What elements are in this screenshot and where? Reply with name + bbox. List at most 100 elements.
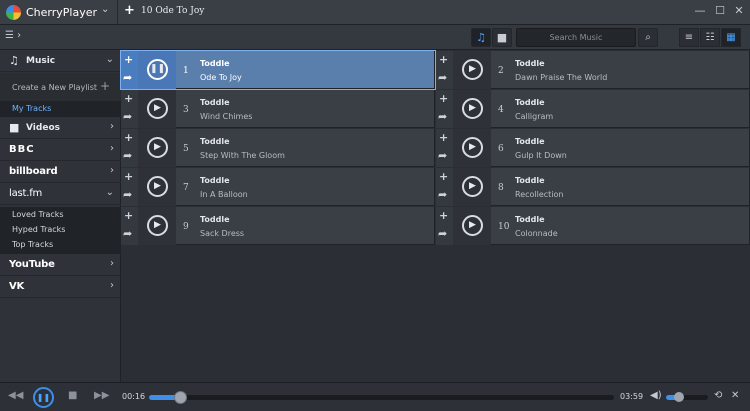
tab-title[interactable]: 10 Ode To Joy: [141, 6, 204, 16]
share-arrow-icon[interactable]: ➦: [123, 71, 132, 84]
previous-icon[interactable]: ◀◀: [8, 390, 23, 401]
track-actions: + ➦: [121, 129, 138, 167]
track-actions: + ➦: [436, 168, 453, 206]
vk-logo: VK: [9, 281, 25, 292]
track-actions: + ➦: [436, 129, 453, 167]
play-icon[interactable]: ▶: [147, 137, 168, 158]
track-tile[interactable]: + ➦ ▶ 3 Toddle Wind Chimes: [121, 90, 435, 128]
track-tile[interactable]: + ➦ ▶ 7 Toddle In A Balloon: [121, 168, 435, 206]
share-arrow-icon[interactable]: ➦: [438, 71, 447, 84]
share-arrow-icon[interactable]: ➦: [438, 188, 447, 201]
sidebar-item-bbc[interactable]: BBC ›: [0, 139, 121, 161]
track-number: 6: [498, 144, 504, 154]
play-icon[interactable]: ▶: [147, 215, 168, 236]
music-mode-note-icon[interactable]: ♫: [471, 28, 491, 47]
next-icon[interactable]: ▶▶: [94, 390, 109, 401]
cherryplayer-logo-icon: [6, 5, 21, 20]
track-artist: Toddle: [515, 176, 545, 185]
play-icon[interactable]: ▶: [462, 137, 483, 158]
track-play-area: ▶: [138, 90, 176, 128]
sidebar-item-youtube[interactable]: YouTube ›: [0, 254, 121, 276]
app-menu-chevron-down-icon[interactable]: ⌄: [101, 4, 109, 15]
track-actions: + ➦: [121, 207, 138, 245]
close-icon[interactable]: ✕: [731, 3, 747, 19]
track-title: Recollection: [515, 190, 564, 199]
sidebar-item-music[interactable]: ♫ Music ⌄: [0, 50, 121, 72]
add-to-playlist-plus-icon[interactable]: +: [124, 92, 133, 105]
repeat-icon[interactable]: ⟲: [714, 390, 722, 401]
track-tile[interactable]: + ➦ ▶ 10 Toddle Colonnade: [436, 207, 750, 245]
play-icon[interactable]: ▶: [462, 59, 483, 80]
grid-view-icon[interactable]: ▦: [721, 28, 741, 47]
pause-button[interactable]: ❚❚: [33, 387, 54, 408]
share-arrow-icon[interactable]: ➦: [438, 227, 447, 240]
video-mode-camera-icon[interactable]: ■: [492, 28, 512, 47]
share-arrow-icon[interactable]: ➦: [123, 188, 132, 201]
sidebar-toggle-menu-icon[interactable]: ☰ ›: [5, 30, 21, 41]
sidebar-item-loved-tracks[interactable]: Loved Tracks: [0, 207, 121, 222]
sidebar-item-billboard[interactable]: billboard ›: [0, 161, 121, 183]
track-tile[interactable]: + ➦ ▶ 9 Toddle Sack Dress: [121, 207, 435, 245]
play-icon[interactable]: ▶: [462, 98, 483, 119]
sidebar-item-label: Hyped Tracks: [12, 225, 66, 234]
share-arrow-icon[interactable]: ➦: [123, 227, 132, 240]
share-arrow-icon[interactable]: ➦: [123, 149, 132, 162]
play-icon[interactable]: ▶: [462, 176, 483, 197]
track-tile[interactable]: + ➦ ▶ 8 Toddle Recollection: [436, 168, 750, 206]
share-arrow-icon[interactable]: ➦: [123, 110, 132, 123]
sidebar-item-label: Music: [26, 56, 56, 66]
search-input[interactable]: Search Music: [516, 28, 636, 47]
track-number: 5: [183, 144, 189, 154]
seek-slider[interactable]: [149, 391, 614, 404]
volume-handle[interactable]: [673, 392, 684, 402]
track-tile[interactable]: + ➦ ❚❚ 1 Toddle Ode To Joy: [120, 50, 436, 90]
pause-icon[interactable]: ❚❚: [147, 59, 168, 80]
sidebar-item-hyped-tracks[interactable]: Hyped Tracks: [0, 222, 121, 237]
track-tile[interactable]: + ➦ ▶ 4 Toddle Calligram: [436, 90, 750, 128]
volume-icon[interactable]: ◀): [650, 390, 662, 401]
volume-slider[interactable]: [666, 392, 708, 402]
play-icon[interactable]: ▶: [147, 176, 168, 197]
add-to-playlist-plus-icon[interactable]: +: [439, 92, 448, 105]
play-icon[interactable]: ▶: [147, 98, 168, 119]
stop-icon[interactable]: ■: [68, 390, 77, 401]
list-view-icon[interactable]: ≡: [679, 28, 699, 47]
track-artist: Toddle: [200, 98, 230, 107]
play-icon[interactable]: ▶: [462, 215, 483, 236]
add-to-playlist-plus-icon[interactable]: +: [439, 53, 448, 66]
sidebar-item-videos[interactable]: ■ Videos ›: [0, 117, 121, 139]
seek-handle[interactable]: [174, 391, 188, 404]
search-icon[interactable]: ⌕: [638, 28, 658, 47]
track-number: 8: [498, 183, 504, 193]
sidebar-item-top-tracks[interactable]: Top Tracks: [0, 237, 121, 254]
sidebar-item-label: My Tracks: [12, 104, 52, 113]
minimize-icon[interactable]: —: [692, 3, 708, 19]
sidebar-item-vk[interactable]: VK ›: [0, 276, 121, 298]
maximize-icon[interactable]: ☐: [712, 3, 728, 19]
add-to-playlist-plus-icon[interactable]: +: [124, 53, 133, 66]
detail-view-icon[interactable]: ☷: [700, 28, 720, 47]
add-to-playlist-plus-icon[interactable]: +: [439, 209, 448, 222]
shuffle-icon[interactable]: ✕: [731, 390, 739, 401]
track-artist: Toddle: [515, 137, 545, 146]
sidebar-item-lastfm[interactable]: last.fm ⌄: [0, 183, 121, 205]
track-title: Step With The Gloom: [200, 151, 285, 160]
track-tile[interactable]: + ➦ ▶ 2 Toddle Dawn Praise The World: [436, 51, 750, 89]
track-tile[interactable]: + ➦ ▶ 5 Toddle Step With The Gloom: [121, 129, 435, 167]
track-title: Calligram: [515, 112, 554, 121]
track-tile[interactable]: + ➦ ▶ 6 Toddle Gulp It Down: [436, 129, 750, 167]
sidebar-item-my-tracks[interactable]: My Tracks: [0, 101, 121, 117]
track-play-area: ▶: [138, 129, 176, 167]
add-to-playlist-plus-icon[interactable]: +: [439, 170, 448, 183]
new-tab-plus-icon[interactable]: +: [124, 3, 135, 18]
share-arrow-icon[interactable]: ➦: [438, 149, 447, 162]
billboard-logo: billboard: [9, 166, 58, 177]
create-playlist-button[interactable]: Create a New Playlist +: [0, 73, 121, 101]
add-to-playlist-plus-icon[interactable]: +: [124, 209, 133, 222]
plus-icon: +: [99, 79, 110, 93]
add-to-playlist-plus-icon[interactable]: +: [439, 131, 448, 144]
add-to-playlist-plus-icon[interactable]: +: [124, 170, 133, 183]
add-to-playlist-plus-icon[interactable]: +: [124, 131, 133, 144]
lastfm-logo: last.fm: [9, 188, 43, 199]
share-arrow-icon[interactable]: ➦: [438, 110, 447, 123]
